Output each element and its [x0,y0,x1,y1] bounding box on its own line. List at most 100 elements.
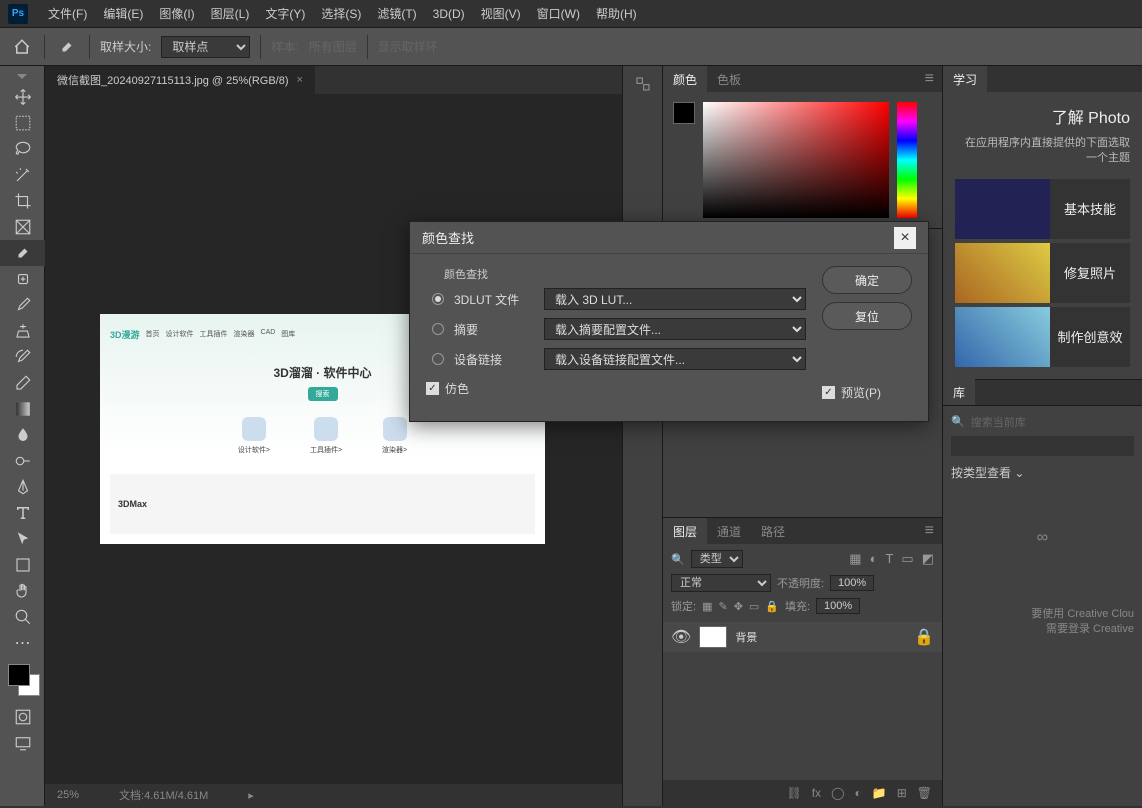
lock-image-icon[interactable]: ✎ [718,600,727,613]
menu-file[interactable]: 文件(F) [40,1,95,26]
eyedropper-tool[interactable] [0,240,45,266]
menu-3d[interactable]: 3D(D) [425,3,473,25]
menu-view[interactable]: 视图(V) [473,1,529,26]
sample-size-select[interactable]: 取样点 [161,36,250,58]
learn-card-basics[interactable]: 基本技能 [955,179,1130,239]
menu-edit[interactable]: 编辑(E) [95,1,151,26]
document-tab[interactable]: 微信截图_20240927115113.jpg @ 25%(RGB/8) × [45,66,315,94]
gradient-tool[interactable] [0,396,45,422]
menu-window[interactable]: 窗口(W) [529,1,588,26]
crop-tool[interactable] [0,188,45,214]
menu-image[interactable]: 图像(I) [151,1,202,26]
adjustment-layer-icon[interactable]: ◐ [855,786,862,800]
lut-select[interactable]: 载入 3D LUT... [544,288,806,310]
reset-button[interactable]: 复位 [822,302,912,330]
layer-thumbnail[interactable] [699,626,727,648]
menu-layer[interactable]: 图层(L) [203,1,258,26]
layer-row[interactable]: 👁 背景 🔒 [663,622,942,652]
abstract-select[interactable]: 载入摘要配置文件... [544,318,806,340]
abstract-radio[interactable] [432,323,444,335]
path-selection-tool[interactable] [0,526,45,552]
panel-strip-icon[interactable] [623,66,663,102]
link-layers-icon[interactable]: ⛓ [786,786,801,800]
device-radio[interactable] [432,353,444,365]
home-icon[interactable] [10,35,34,59]
edit-toolbar[interactable]: ⋯ [0,630,45,656]
lock-all-icon[interactable]: 🔒 [765,600,779,613]
zoom-level[interactable]: 25% [57,789,79,801]
delete-layer-icon[interactable]: 🗑 [917,786,932,800]
rectangle-tool[interactable] [0,552,45,578]
healing-brush-tool[interactable] [0,266,45,292]
foreground-color-swatch[interactable] [8,664,30,686]
library-search[interactable]: 🔍 搜索当前库 [951,414,1134,430]
marquee-tool[interactable] [0,110,45,136]
tab-learn[interactable]: 学习 [943,66,987,93]
lasso-tool[interactable] [0,136,45,162]
preview-checkbox[interactable]: ✓ [822,386,835,399]
canvas[interactable]: 3D漫游 首页设计软件工具插件渲染器CAD图库 3D溜溜 · 软件中心 搜索 设… [45,94,622,784]
menu-type[interactable]: 文字(Y) [257,1,313,26]
lock-artboard-icon[interactable]: ▭ [749,600,759,613]
filter-pixel-icon[interactable]: ▦ [849,551,861,567]
pen-tool[interactable] [0,474,45,500]
history-brush-tool[interactable] [0,344,45,370]
dither-checkbox[interactable]: ✓ [426,382,439,395]
tab-swatches[interactable]: 色板 [707,66,751,93]
brush-tool[interactable] [0,292,45,318]
panel-menu-icon[interactable]: ≡ [917,522,942,540]
blur-tool[interactable] [0,422,45,448]
filter-shape-icon[interactable]: ▭ [901,551,913,567]
quick-mask-icon[interactable] [0,704,45,730]
layer-group-icon[interactable]: 📁 [872,786,887,800]
menu-filter[interactable]: 滤镜(T) [369,1,424,26]
color-preview-swatch[interactable] [673,102,695,124]
search-icon[interactable]: 🔍 [671,553,685,566]
status-caret[interactable]: ▸ [248,789,254,802]
clone-stamp-tool[interactable] [0,318,45,344]
new-layer-icon[interactable]: ⊞ [897,786,907,800]
menu-select[interactable]: 选择(S) [313,1,369,26]
layer-fx-icon[interactable]: fx [812,786,821,800]
tab-color[interactable]: 颜色 [663,66,707,93]
menu-help[interactable]: 帮助(H) [588,1,645,26]
tab-paths[interactable]: 路径 [751,518,795,545]
color-swatches[interactable] [0,664,44,704]
lock-position-icon[interactable]: ✥ [734,600,743,613]
filter-adjust-icon[interactable]: ◐ [870,551,878,567]
lut-radio[interactable] [432,293,444,305]
learn-card-creative[interactable]: 制作创意效 [955,307,1130,367]
filter-smart-icon[interactable]: ◩ [922,551,934,567]
dialog-close-button[interactable]: × [894,227,916,249]
device-select[interactable]: 载入设备链接配置文件... [544,348,806,370]
blend-mode-select[interactable]: 正常 [671,574,771,592]
hand-tool[interactable] [0,578,45,604]
eraser-tool[interactable] [0,370,45,396]
move-tool[interactable] [0,84,45,110]
layer-mask-icon[interactable]: ◯ [831,786,844,800]
eyedropper-tool-icon[interactable] [55,35,79,59]
library-filter[interactable]: 按类型查看 ⌄ [951,456,1134,489]
filter-type-icon[interactable]: T [885,551,893,567]
layer-filter-select[interactable]: 类型 [691,550,743,568]
color-field[interactable] [703,102,889,218]
panel-menu-icon[interactable]: ≡ [917,70,942,88]
document-info[interactable]: 文档:4.61M/4.61M [119,787,208,803]
magic-wand-tool[interactable] [0,162,45,188]
tab-channels[interactable]: 通道 [707,518,751,545]
tab-library[interactable]: 库 [943,379,975,406]
frame-tool[interactable] [0,214,45,240]
fill-value[interactable]: 100% [816,598,860,614]
dialog-titlebar[interactable]: 颜色查找 × [410,222,928,254]
ok-button[interactable]: 确定 [822,266,912,294]
screen-mode-icon[interactable] [0,730,45,756]
layer-name[interactable]: 背景 [735,629,757,645]
layer-lock-icon[interactable]: 🔒 [914,627,934,647]
hue-slider[interactable] [897,102,917,218]
lock-transparent-icon[interactable]: ▦ [702,600,712,613]
type-tool[interactable] [0,500,45,526]
toolbar-expand[interactable] [0,70,44,84]
opacity-value[interactable]: 100% [830,575,874,591]
dodge-tool[interactable] [0,448,45,474]
learn-card-retouch[interactable]: 修复照片 [955,243,1130,303]
